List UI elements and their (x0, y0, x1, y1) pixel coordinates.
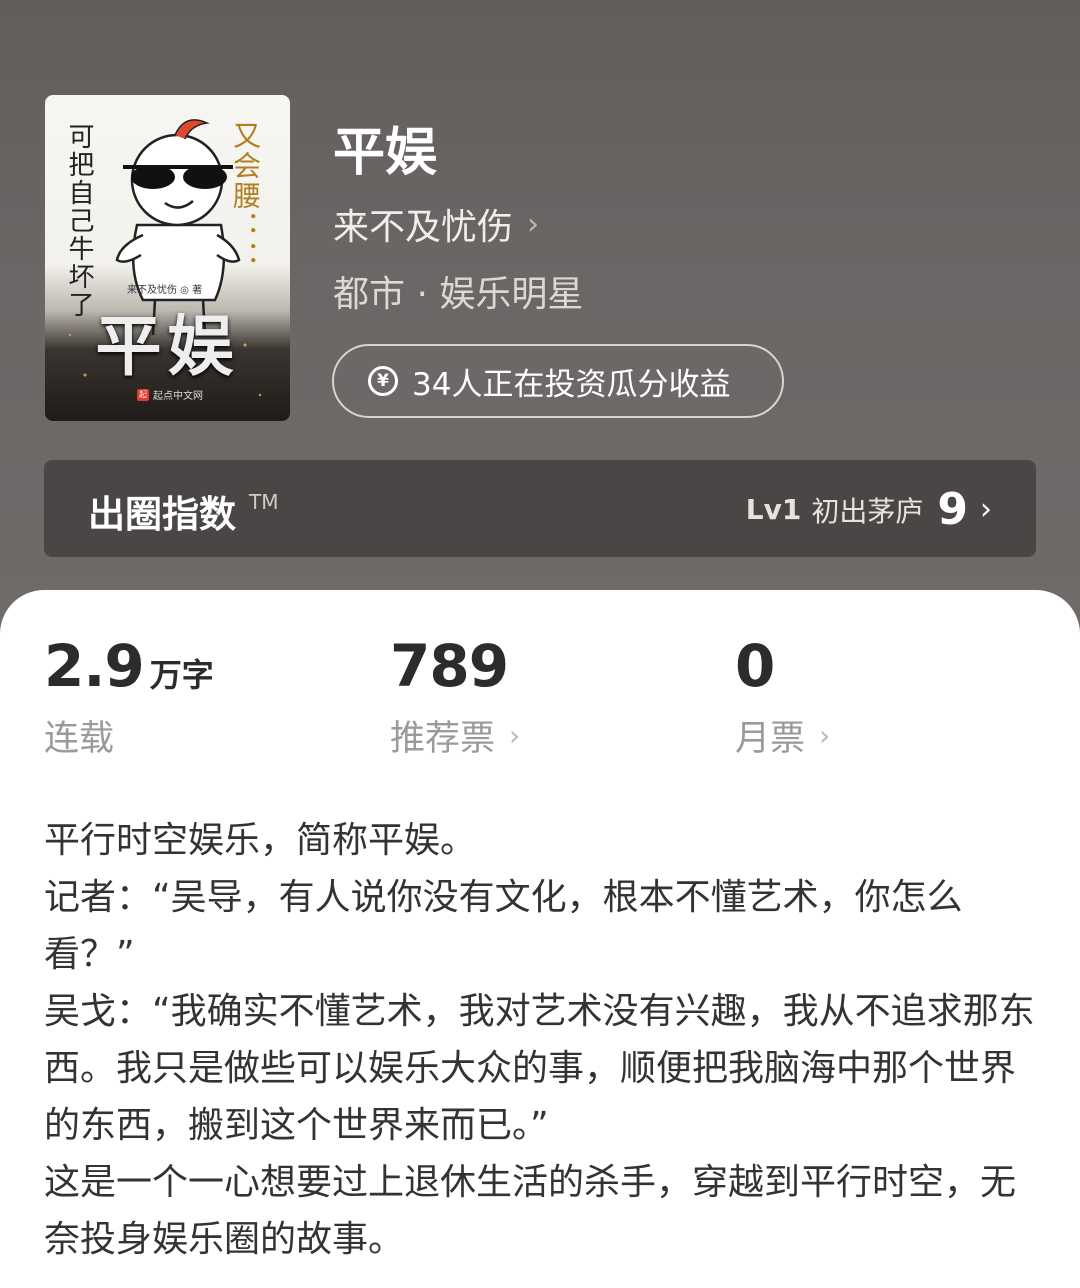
trademark-mark: TM (249, 490, 279, 514)
word-count-stat: 2.9 万字 连载 (44, 632, 214, 761)
description-paragraph: 这是一个一心想要过上退休生活的杀手，穿越到平行时空，无奈投身娱乐圈的故事。 (44, 1162, 1017, 1260)
chevron-right-icon: › (980, 492, 992, 527)
chevron-right-icon: › (527, 206, 540, 242)
monthly-votes-stat[interactable]: 0 月票 › (735, 632, 830, 761)
book-category: 都市 · 娱乐明星 (333, 274, 584, 315)
book-cover[interactable]: 可把自己牛坏了 又会腰：： 来不及忧伤 ◎ 著 平娱 起 起点中文网 (45, 95, 290, 421)
chevron-right-icon: › (819, 719, 831, 752)
level-badge: Lv1 (745, 493, 802, 526)
description-paragraph: 记者：“吴导，有人说你没有文化，根本不懂艺术，你怎么看？” (44, 877, 963, 975)
book-detail-card: 2.9 万字 连载 789 推荐票 › 0 月票 › 平行时空娱乐，简称平娱。 记… (0, 590, 1080, 1288)
invest-button[interactable]: ¥ 34人正在投资瓜分收益 (332, 344, 784, 418)
recommend-votes-value: 789 (390, 632, 509, 700)
index-level: Lv1 初出茅庐 9 › (746, 484, 992, 535)
monthly-votes-label: 月票 (735, 719, 806, 759)
index-label: 出圈指数 (88, 493, 236, 536)
cover-publisher: 起 起点中文网 (137, 387, 203, 402)
level-score: 9 (937, 484, 968, 535)
monthly-votes-value: 0 (735, 632, 775, 700)
yen-icon: ¥ (368, 366, 398, 396)
book-description[interactable]: 平行时空娱乐，简称平娱。 记者：“吴导，有人说你没有文化，根本不懂艺术，你怎么看… (44, 812, 1036, 1268)
book-title: 平娱 (333, 123, 438, 183)
author-link[interactable]: 来不及忧伤 › (333, 198, 539, 250)
cover-tagline-left: 可把自己牛坏了 (64, 123, 94, 319)
description-paragraph: 吴戈：“我确实不懂艺术，我对艺术没有兴趣，我从不追求那东西。我只是做些可以娱乐大… (44, 991, 1035, 1146)
description-paragraph: 平行时空娱乐，简称平娱。 (44, 820, 477, 861)
chevron-right-icon: › (509, 719, 521, 752)
cover-title: 平娱 (95, 307, 240, 385)
popularity-index-bar[interactable]: 出圈指数 TM Lv1 初出茅庐 9 › (44, 460, 1036, 557)
word-count-value: 2.9 (44, 632, 145, 700)
publisher-name: 起点中文网 (153, 391, 203, 402)
cover-tagline-right: 又会腰：： (229, 121, 262, 271)
status-label: 连载 (44, 719, 115, 759)
recommend-votes-stat[interactable]: 789 推荐票 › (390, 632, 520, 761)
publisher-logo-icon: 起 (137, 388, 149, 401)
book-header: 可把自己牛坏了 又会腰：： 来不及忧伤 ◎ 著 平娱 起 起点中文网 平娱 来不… (0, 0, 1080, 640)
level-name: 初出茅庐 (811, 494, 924, 528)
author-name: 来不及忧伤 (333, 207, 514, 248)
recommend-votes-label: 推荐票 (390, 719, 496, 759)
invest-text: 34人正在投资瓜分收益 (412, 366, 731, 403)
word-count-unit: 万字 (149, 656, 214, 694)
